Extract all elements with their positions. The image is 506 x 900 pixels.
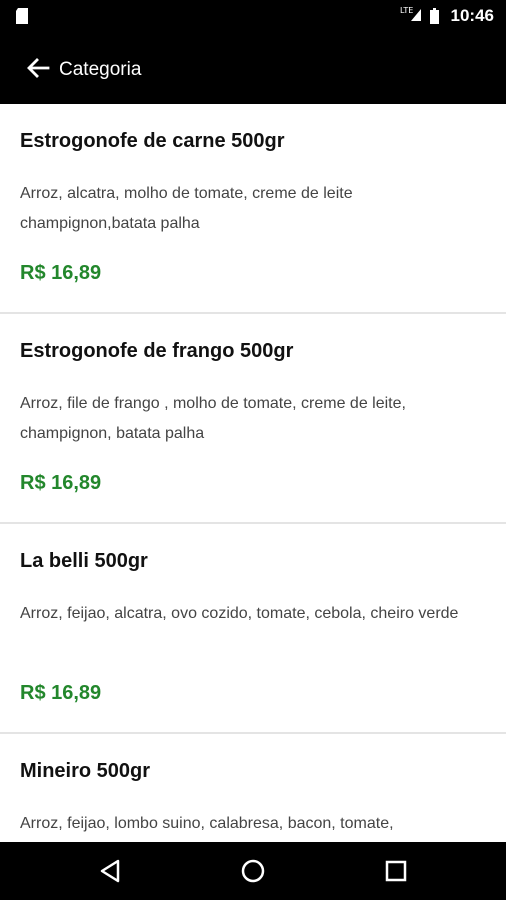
list-item[interactable]: La belli 500gr Arroz, feijao, alcatra, o… xyxy=(0,524,506,734)
item-name: Estrogonofe de frango 500gr xyxy=(20,340,294,362)
status-time: 10:46 xyxy=(450,6,494,25)
nav-back-button[interactable] xyxy=(96,856,126,886)
page-title: Categoria xyxy=(59,59,142,80)
item-price: R$ 16,89 xyxy=(20,262,102,284)
triangle-back-icon xyxy=(100,859,120,883)
item-name: La belli 500gr xyxy=(20,550,148,572)
product-list[interactable]: Estrogonofe de carne 500gr Arroz, alcatr… xyxy=(0,104,506,842)
item-name: Mineiro 500gr xyxy=(20,760,151,782)
battery-icon xyxy=(430,8,439,24)
back-button[interactable] xyxy=(24,54,52,82)
item-description: Arroz, file de frango , molho de tomate,… xyxy=(20,395,406,442)
signal-icon xyxy=(411,9,421,21)
item-price: R$ 16,89 xyxy=(20,472,102,494)
status-bar: LTE 10:46 xyxy=(0,0,506,32)
sd-card-icon xyxy=(16,8,28,24)
item-description: Arroz, feijao, lombo suino, calabresa, b… xyxy=(20,815,394,832)
list-item[interactable]: Estrogonofe de carne 500gr Arroz, alcatr… xyxy=(0,104,506,314)
item-description: Arroz, alcatra, molho de tomate, creme d… xyxy=(20,185,353,232)
list-item[interactable]: Estrogonofe de frango 500gr Arroz, file … xyxy=(0,314,506,524)
list-item[interactable]: Mineiro 500gr Arroz, feijao, lombo suino… xyxy=(0,734,506,842)
nav-recents-button[interactable] xyxy=(381,856,411,886)
nav-home-button[interactable] xyxy=(238,856,268,886)
circle-home-icon xyxy=(241,859,265,883)
screen: LTE 10:46 Categoria Estrogonofe de carne… xyxy=(0,0,506,900)
app-bar: Categoria xyxy=(0,32,506,104)
system-nav-bar xyxy=(0,842,506,900)
arrow-left-icon xyxy=(27,58,50,78)
item-name: Estrogonofe de carne 500gr xyxy=(20,130,285,152)
item-price: R$ 16,89 xyxy=(20,682,102,704)
item-description: Arroz, feijao, alcatra, ovo cozido, toma… xyxy=(20,605,459,622)
square-recents-icon xyxy=(385,860,407,882)
